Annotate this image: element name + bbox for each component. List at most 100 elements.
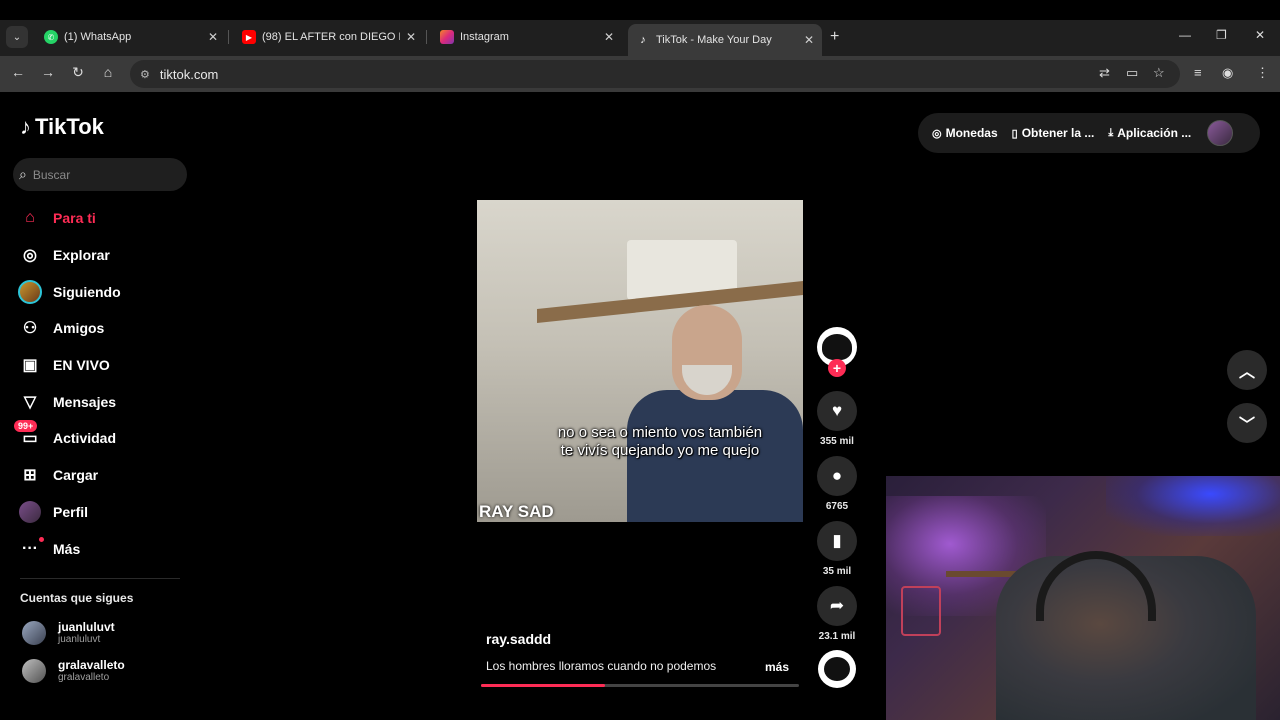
bookmark-icon: ▮: [832, 531, 842, 550]
friends-icon: ⚇: [22, 320, 38, 338]
translate-icon[interactable]: ⇄: [1099, 65, 1110, 81]
webcam-frame: [1106, 476, 1280, 536]
followed-account[interactable]: juanluluvt juanluluvt: [22, 620, 115, 645]
profile-browser-icon[interactable]: ◉: [1222, 65, 1233, 81]
tab-close-icon[interactable]: ✕: [604, 30, 614, 44]
notification-dot: [39, 536, 44, 542]
sidebar-item-explorar[interactable]: ◎ Explorar: [18, 237, 188, 274]
video-description: Los hombres lloramos cuando no podemos: [486, 659, 717, 673]
sidebar-item-siguiendo[interactable]: Siguiendo: [18, 273, 188, 310]
restore-icon[interactable]: ❐: [1216, 28, 1227, 42]
tab-title: (1) WhatsApp: [64, 31, 132, 43]
sidebar-divider: [20, 578, 180, 579]
tab-tiktok[interactable]: ♪ TikTok - Make Your Day ✕: [628, 24, 822, 56]
sidebar-item-en-vivo[interactable]: ▣ EN VIVO: [18, 347, 188, 384]
like-button[interactable]: ♥: [817, 391, 857, 431]
save-button[interactable]: ▮: [817, 521, 857, 561]
tiktok-note-icon: ♪: [20, 114, 31, 139]
bookmark-star-icon[interactable]: ☆: [1153, 65, 1165, 81]
heart-icon: ♥: [831, 401, 843, 420]
menu-kebab-icon[interactable]: ⋮: [1256, 65, 1269, 81]
next-video-button[interactable]: ﹀: [1227, 403, 1267, 443]
download-icon: ⤓: [1108, 126, 1114, 139]
sidebar-item-label: Siguiendo: [53, 283, 121, 300]
phone-icon: ▯: [1011, 127, 1018, 140]
like-count: 355 mil: [820, 436, 854, 447]
sidebar-item-actividad[interactable]: ▭ 99+ Actividad: [14, 420, 188, 457]
tab-whatsapp[interactable]: ✆ (1) WhatsApp ✕: [36, 24, 226, 50]
logo-text: TikTok: [35, 114, 104, 139]
media-controls-icon[interactable]: ≡: [1194, 65, 1202, 80]
profile-avatar: [18, 500, 42, 524]
window-top-strip: [0, 0, 1280, 20]
tab-search-button[interactable]: ⌄: [6, 26, 28, 48]
tiktok-icon: ♪: [640, 34, 646, 46]
tab-close-icon[interactable]: ✕: [804, 33, 814, 47]
sidebar-item-amigos[interactable]: ⚇ Amigos: [18, 310, 188, 347]
user-profile-avatar[interactable]: [1207, 120, 1234, 146]
share-button[interactable]: ➦: [817, 586, 857, 626]
video-author[interactable]: ray.saddd: [486, 631, 551, 647]
sidebar-item-label: Actividad: [53, 430, 117, 447]
sidebar-item-perfil[interactable]: Perfil: [18, 494, 188, 531]
tab-title: (98) EL AFTER con DIEGO POGG: [262, 31, 400, 43]
get-app-button[interactable]: ▯ Obtener la ...: [1012, 126, 1095, 140]
video-player[interactable]: no o sea o miento vos también te vivís q…: [477, 200, 803, 522]
video-progress-fill: [481, 684, 606, 687]
upload-icon: ⊞: [23, 467, 37, 485]
tab-instagram[interactable]: Instagram ✕: [432, 24, 622, 50]
tab-youtube[interactable]: ▶ (98) EL AFTER con DIEGO POGG ✕: [234, 24, 424, 50]
sidebar-item-label: EN VIVO: [53, 357, 110, 374]
comment-count: 6765: [825, 501, 849, 512]
avatar: [22, 658, 46, 683]
back-icon[interactable]: ←: [8, 64, 28, 80]
new-tab-button[interactable]: +: [830, 28, 839, 46]
minimize-icon[interactable]: —: [1179, 28, 1191, 42]
forward-icon[interactable]: →: [38, 64, 58, 80]
music-disc[interactable]: [818, 650, 856, 688]
comment-button[interactable]: ●: [817, 456, 857, 496]
tab-close-icon[interactable]: ✕: [406, 30, 416, 44]
coins-button[interactable]: ◎ Monedas: [932, 126, 998, 140]
address-bar-row: ← → ↻ ⌂ ⚙ tiktok.com ⇄ ▭ ☆ ≡ ◉ ⋮: [0, 56, 1280, 92]
followed-account[interactable]: gralavalleto gralavalleto: [22, 658, 125, 683]
sidebar-item-para-ti[interactable]: ⌂ Para ti: [18, 200, 188, 237]
sidebar-item-label: Para ti: [53, 210, 96, 227]
comment-icon: ●: [831, 466, 843, 485]
desktop-app-label: Aplicación ...: [1117, 126, 1192, 140]
follow-plus-icon[interactable]: +: [828, 359, 846, 377]
browser-tab-bar: ⌄ ✆ (1) WhatsApp ✕ ▶ (98) EL AFTER con D…: [0, 0, 1280, 56]
url-field[interactable]: ⚙ tiktok.com: [130, 60, 1180, 88]
sidebar-item-label: Mensajes: [53, 393, 117, 410]
video-progress-bar[interactable]: [481, 684, 799, 687]
sidebar-item-mas[interactable]: ··· Más: [18, 530, 188, 567]
url-text: tiktok.com: [159, 66, 219, 82]
more-button[interactable]: más: [765, 660, 789, 674]
activity-icon: ▭ 99+: [14, 420, 42, 450]
sidebar-item-label: Cargar: [53, 467, 99, 484]
sidebar-item-mensajes[interactable]: ▽ Mensajes: [18, 383, 188, 420]
avatar: [22, 620, 46, 645]
search-box[interactable]: ⌕: [13, 158, 187, 191]
tab-title: TikTok - Make Your Day: [656, 34, 772, 46]
following-icon: [18, 279, 42, 304]
account-name: gralavalleto: [58, 658, 125, 672]
activity-badge: 99+: [14, 420, 38, 433]
youtube-icon: ▶: [242, 30, 256, 44]
sidebar-nav: ⌂ Para ti ◎ Explorar Siguiendo ⚇ Amigos …: [14, 200, 188, 567]
sidebar-item-label: Más: [53, 540, 81, 557]
site-info-icon[interactable]: ⚙: [140, 68, 150, 81]
tiktok-logo[interactable]: ♪ TikTok: [20, 114, 104, 140]
window-close-icon[interactable]: ✕: [1255, 28, 1265, 42]
previous-video-button[interactable]: ︿: [1227, 350, 1267, 390]
account-name: juanluluvt: [58, 620, 115, 634]
desktop-app-button[interactable]: ⤓ Aplicación ...: [1108, 126, 1191, 140]
install-app-icon[interactable]: ▭: [1126, 65, 1138, 81]
tab-close-icon[interactable]: ✕: [208, 30, 218, 44]
tab-separator: [426, 30, 427, 44]
reload-icon[interactable]: ↻: [68, 64, 88, 81]
sidebar-item-cargar[interactable]: ⊞ Cargar: [18, 457, 188, 494]
home-browser-icon[interactable]: ⌂: [98, 64, 118, 80]
search-input[interactable]: [32, 167, 173, 182]
coins-label: Monedas: [945, 126, 998, 140]
